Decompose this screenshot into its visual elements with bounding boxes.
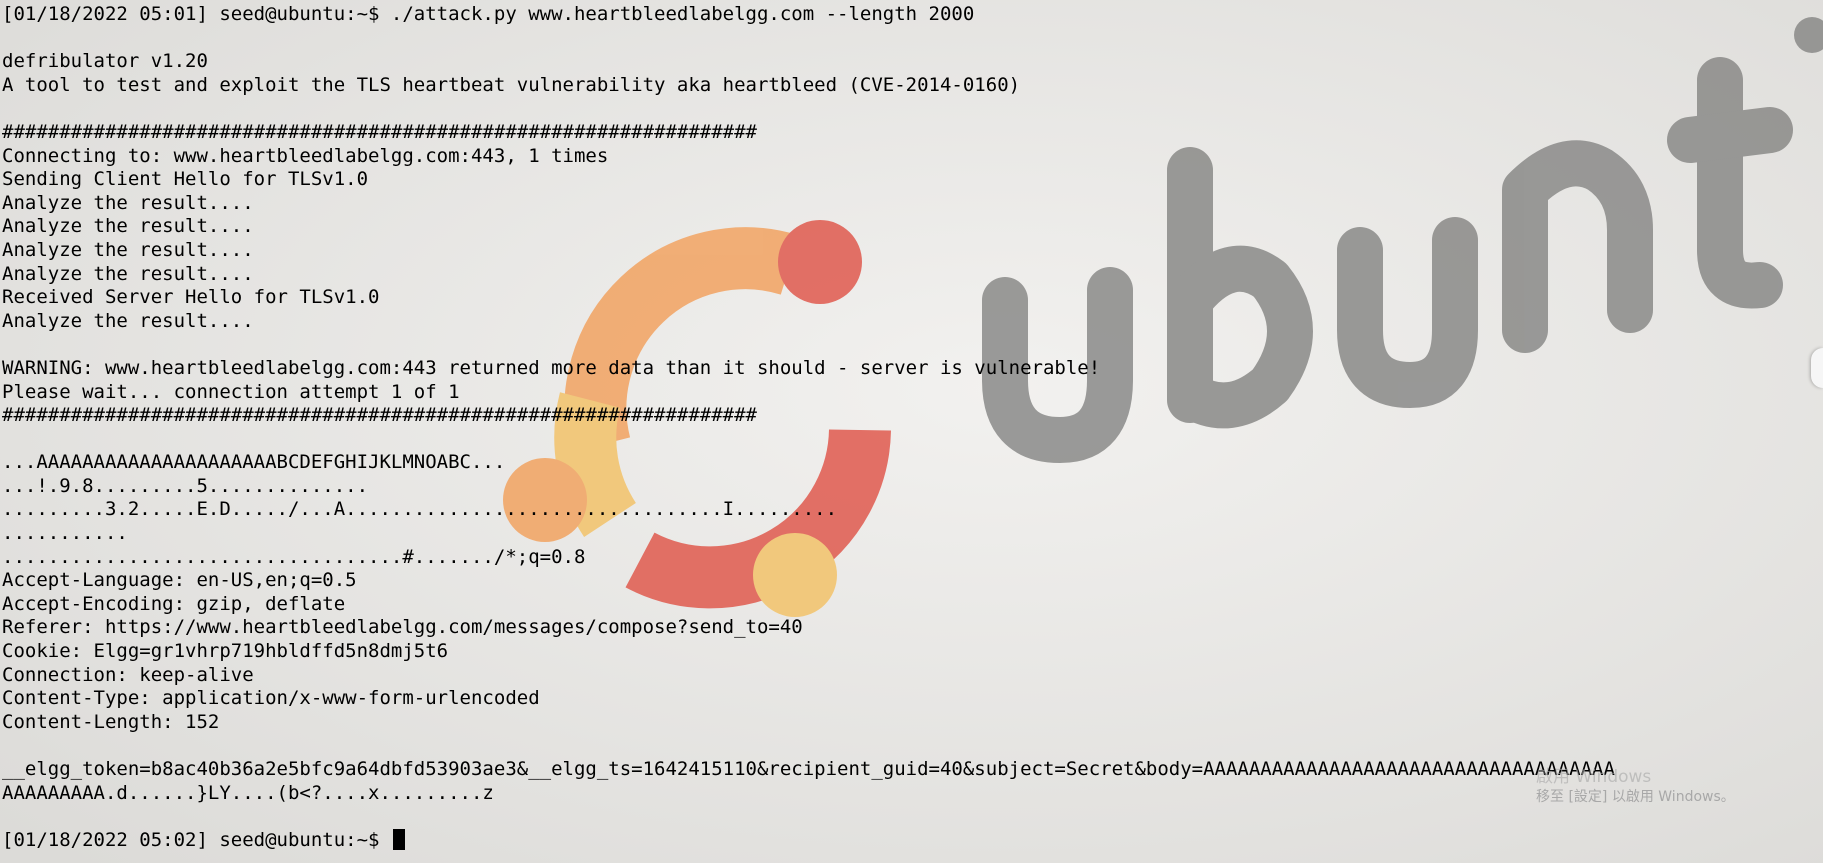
terminal-line: Accept-Encoding: gzip, deflate — [2, 592, 346, 615]
terminal-line: .........3.2.....E.D...../...A..........… — [2, 498, 838, 521]
terminal-output[interactable]: [01/18/2022 05:01] seed@ubuntu:~$ ./atta… — [2, 3, 1615, 852]
watermark-subtitle: 移至 [設定] 以啟用 Windows。 — [1536, 789, 1735, 805]
terminal-line: ...................................#....… — [2, 545, 586, 568]
terminal-line: ########################################… — [2, 120, 757, 143]
terminal-line: Content-Type: application/x-www-form-url… — [2, 687, 540, 710]
terminal-line: Accept-Language: en-US,en;q=0.5 — [2, 569, 357, 592]
terminal-line: Content-Length: 152 — [2, 710, 220, 733]
terminal-line: Received Server Hello for TLSv1.0 — [2, 286, 380, 309]
terminal-line: Referer: https://www.heartbleedlabelgg.c… — [2, 616, 803, 639]
terminal-line: Analyze the result.... — [2, 238, 254, 261]
side-scroll-handle[interactable] — [1811, 348, 1823, 388]
terminal-line: [01/18/2022 05:01] seed@ubuntu:~$ ./atta… — [2, 3, 975, 25]
terminal-line: Analyze the result.... — [2, 215, 254, 238]
terminal-line: Analyze the result.... — [2, 309, 254, 332]
terminal-line: Cookie: Elgg=gr1vhrp719hbldffd5n8dmj5t6 — [2, 640, 449, 663]
terminal-line: defribulator v1.20 — [2, 50, 208, 73]
terminal-line: Sending Client Hello for TLSv1.0 — [2, 168, 369, 191]
windows-activation-watermark: 啟用 Windows 移至 [設定] 以啟用 Windows。 — [1536, 768, 1735, 806]
terminal-line: Please wait... connection attempt 1 of 1 — [2, 380, 460, 403]
terminal-line: Connection: keep-alive — [2, 663, 254, 686]
terminal-line: WARNING: www.heartbleedlabelgg.com:443 r… — [2, 356, 1101, 379]
terminal-line: Analyze the result.... — [2, 262, 254, 285]
terminal-line: Analyze the result.... — [2, 191, 254, 214]
shell-prompt: [01/18/2022 05:02] seed@ubuntu:~$ — [2, 828, 391, 851]
terminal-line: AAAAAAAAA.d......}LY....(b<?....x.......… — [2, 781, 494, 804]
terminal-line: __elgg_token=b8ac40b36a2e5bfc9a64dbfd539… — [2, 758, 1615, 780]
terminal-prompt-line[interactable]: [01/18/2022 05:02] seed@ubuntu:~$ — [2, 828, 1615, 853]
terminal-line: Connecting to: www.heartbleedlabelgg.com… — [2, 144, 609, 167]
watermark-title: 啟用 Windows — [1536, 767, 1652, 787]
terminal-line: A tool to test and exploit the TLS heart… — [2, 73, 1021, 96]
terminal-line: ########################################… — [2, 404, 757, 427]
terminal-line: ...AAAAAAAAAAAAAAAAAAAAABCDEFGHIJKLMNOAB… — [2, 451, 506, 474]
terminal-line: ...!.9.8.........5.............. — [2, 474, 369, 497]
text-cursor — [392, 828, 405, 850]
terminal-line: ........... — [2, 522, 128, 545]
